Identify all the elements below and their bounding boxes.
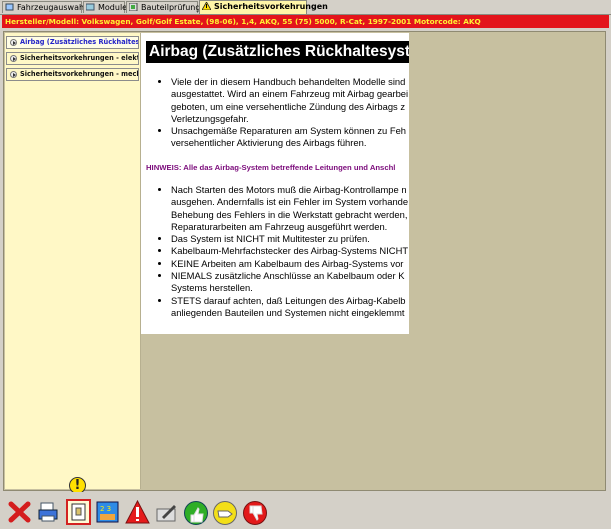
sidebar-item-electrical[interactable]: Sicherheitsvorkehrungen - elektrisch <box>6 52 139 65</box>
edit-note-button[interactable] <box>154 499 179 525</box>
topic-sidebar: Airbag (Zusätzliches Rückhaltesystem) Si… <box>5 33 141 489</box>
thumbs-down-icon <box>249 505 263 521</box>
document-title: Airbag (Zusätzliches Rückhaltesystem) <box>146 41 409 63</box>
hand-right-icon <box>217 510 233 518</box>
list-item: STETS darauf achten, daß Leitungen des A… <box>171 295 409 320</box>
numbers-icon: 2 3 <box>96 501 119 523</box>
tab-fahrzeugauswahl[interactable]: Fahrzeugauswahl <box>2 1 86 13</box>
arrow-icon <box>10 71 17 78</box>
print-icon <box>38 502 58 522</box>
arrow-icon <box>10 55 17 62</box>
warning-icon <box>201 1 212 11</box>
list-item: Viele der in diesem Handbuch behandelten… <box>171 76 409 125</box>
thumbs-down-button[interactable] <box>242 499 267 525</box>
close-button[interactable] <box>7 499 32 525</box>
list-item: Nach Starten des Motors muß die Airbag-K… <box>171 184 409 233</box>
safety-document-icon <box>71 503 86 521</box>
list-item: Unsachgemäße Reparaturen am System könne… <box>171 125 409 150</box>
tab-bar: Fahrzeugauswahl Module Bauteilprüfung Si… <box>0 0 611 15</box>
car-select-icon <box>5 3 14 11</box>
module-icon <box>85 3 95 11</box>
hazard-icon <box>125 499 150 524</box>
bullet-list-2: Nach Starten des Motors muß die Airbag-K… <box>141 184 409 319</box>
sidebar-item-airbag[interactable]: Airbag (Zusätzliches Rückhaltesystem) <box>6 36 139 49</box>
thumbs-up-button[interactable] <box>183 499 208 525</box>
component-test-icon <box>128 2 138 12</box>
arrow-icon <box>10 39 17 46</box>
safety-document-button[interactable] <box>66 499 91 525</box>
print-button[interactable] <box>36 499 61 525</box>
note-text: HINWEIS: Alle das Airbag-System betreffe… <box>146 163 396 172</box>
vehicle-info-bar: Hersteller/Modell: Volkswagen, Golf/Golf… <box>2 15 609 28</box>
bullet-list-1: Viele der in diesem Handbuch behandelten… <box>141 76 409 150</box>
tab-module[interactable]: Module <box>83 1 127 13</box>
edit-note-icon <box>156 505 176 522</box>
list-item: KEINE Arbeiten am Kabelbaum des Airbag-S… <box>171 258 409 270</box>
document-viewer: Airbag (Zusätzliches Rückhaltesystem) Vi… <box>141 33 409 334</box>
list-item: Kabelbaum-Mehrfachstecker des Airbag-Sys… <box>171 245 409 257</box>
bottom-toolbar: 2 3 <box>0 492 611 528</box>
hazard-button[interactable] <box>125 499 150 525</box>
list-item: NIEMALS zusätzliche Anschlüsse an Kabelb… <box>171 270 409 295</box>
hand-button[interactable] <box>212 499 237 525</box>
numbers-button[interactable]: 2 3 <box>95 499 120 525</box>
sidebar-item-mechanical[interactable]: Sicherheitsvorkehrungen - mechanisch <box>6 68 139 81</box>
tab-bauteilpruefung[interactable]: Bauteilprüfung <box>126 1 200 13</box>
svg-text:2 3: 2 3 <box>100 505 111 513</box>
tab-sicherheitsvorkehrungen[interactable]: Sicherheitsvorkehrungen <box>199 0 328 14</box>
thumbs-up-icon <box>190 507 204 523</box>
list-item: Das System ist NICHT mit Multitester zu … <box>171 233 409 245</box>
close-icon <box>8 501 31 523</box>
